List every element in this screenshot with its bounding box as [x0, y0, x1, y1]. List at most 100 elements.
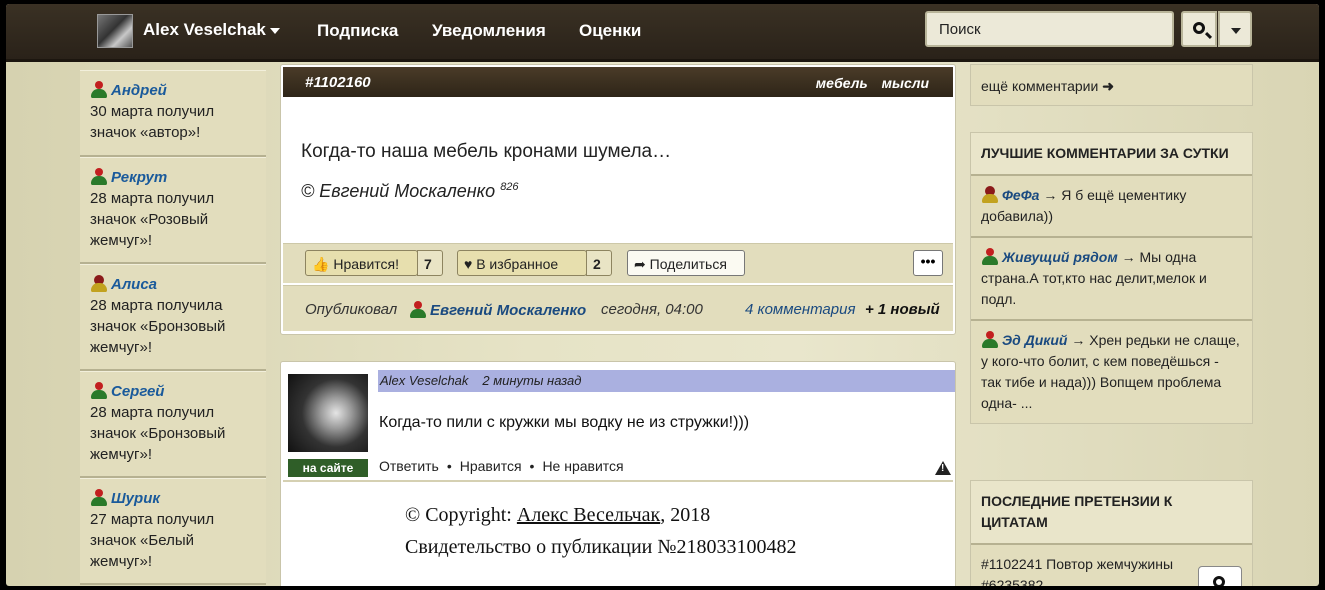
author-name[interactable]: © Евгений Москаленко	[301, 181, 495, 201]
comment-actions: Ответить • Нравится • Не нравится	[379, 458, 624, 474]
share-icon: ➦	[634, 256, 646, 272]
chevron-down-icon	[1231, 28, 1241, 34]
comment-header: Alex Veselchak 2 минуты назад	[378, 370, 955, 392]
claim-text: #1102241 Повтор жемчужины #6235382	[981, 556, 1174, 586]
quote-author: © Евгений Москаленко 826	[301, 181, 519, 202]
comment-dislike-button[interactable]: Не нравится	[542, 458, 623, 474]
user-icon	[90, 489, 108, 506]
certificate-line: Свидетельство о публикации №218033100482	[405, 536, 797, 558]
more-comments-label: ещё комментарии	[981, 78, 1099, 94]
copyright-author-link[interactable]: Алекс Весельчак	[517, 504, 660, 526]
user-menu[interactable]: Alex Veselchak	[143, 20, 266, 40]
chevron-down-icon[interactable]	[270, 28, 280, 34]
quote-text: Когда-то наша мебель кронами шумела…	[301, 141, 672, 162]
list-item[interactable]: Живущий рядом → Мы одна страна.А тот,кто…	[971, 238, 1252, 321]
copyright-block: © Copyright: Алекс Весельчак, 2018 Свиде…	[405, 499, 796, 563]
like-count: 7	[417, 250, 443, 276]
reply-button[interactable]: Ответить	[379, 458, 439, 474]
more-comments-link[interactable]: ещё комментарии ➜	[970, 64, 1253, 106]
published-label: Опубликовал	[305, 301, 398, 318]
comments-link[interactable]: 4 комментария	[745, 301, 855, 318]
share-label: Поделиться	[649, 256, 727, 272]
copyright-year: , 2018	[660, 504, 711, 526]
user-icon	[90, 81, 108, 98]
user-link[interactable]: ФеФа	[1002, 187, 1039, 203]
copyright-prefix: © Copyright:	[405, 504, 517, 526]
nav-subscription[interactable]: Подписка	[317, 21, 398, 41]
user-link[interactable]: Эд Дикий	[1002, 332, 1067, 348]
user-link[interactable]: Живущий рядом	[1002, 249, 1118, 265]
user-link[interactable]: Сергей	[111, 383, 164, 400]
user-icon	[981, 248, 999, 265]
list-item: Алиса 28 марта получила значок «Бронзовы…	[80, 264, 266, 371]
list-item: Сергей 28 марта получил значок «Бронзовы…	[80, 371, 266, 478]
nav-ratings[interactable]: Оценки	[579, 21, 641, 41]
thumbs-up-icon: 👍	[312, 256, 330, 272]
best-comments-panel: ЛУЧШИЕ КОММЕНТАРИИ ЗА СУТКИ ФеФа → Я б е…	[970, 132, 1253, 424]
post-date: сегодня, 04:00	[601, 301, 703, 318]
best-comments-title: ЛУЧШИЕ КОММЕНТАРИИ ЗА СУТКИ	[971, 133, 1252, 176]
new-comments-link[interactable]: + 1 новый	[865, 301, 940, 318]
arrow-right-icon: ➜	[1102, 78, 1114, 94]
badge-text: 28 марта получила значок «Бронзовый жемч…	[90, 297, 226, 356]
favorite-label: В избранное	[476, 256, 559, 272]
user-icon	[981, 186, 999, 203]
author-rating: 826	[500, 181, 519, 193]
user-icon	[90, 275, 108, 292]
user-icon	[90, 168, 108, 185]
badge-text: 27 марта получил значок «Белый жемчуг»!	[90, 511, 215, 570]
post-meta: Опубликовал Евгений Москаленко сегодня, …	[283, 285, 953, 331]
quote-post: #1102160 мебель мысли Когда-то наша мебе…	[280, 64, 956, 335]
top-navbar: Alex Veselchak Подписка Уведомления Оцен…	[6, 4, 1319, 62]
comment-like-button[interactable]: Нравится	[460, 458, 522, 474]
tag-link[interactable]: мысли	[882, 75, 929, 91]
post-header: #1102160 мебель мысли	[283, 67, 953, 97]
comment-author[interactable]: Alex Veselchak	[380, 373, 468, 388]
search-input[interactable]: Поиск	[925, 11, 1174, 47]
search-button[interactable]	[1181, 11, 1217, 47]
favorite-button[interactable]: ♥ В избранное	[457, 250, 587, 276]
like-button[interactable]: 👍 Нравится!	[305, 250, 418, 276]
comment-time: 2 минуты назад	[482, 373, 582, 388]
list-item: Шурик 27 марта получил значок «Белый жем…	[80, 478, 266, 585]
user-icon	[409, 301, 427, 318]
comment-text: Когда-то пили с кружки мы водку не из ст…	[379, 414, 750, 431]
search-options-button[interactable]	[1218, 11, 1252, 47]
report-icon[interactable]	[935, 461, 951, 475]
list-item: Андрей 30 марта получил значок «автор»!	[80, 70, 266, 157]
search-icon	[1193, 22, 1205, 34]
author-name: Евгений Москаленко	[430, 302, 587, 319]
favorite-count: 2	[586, 250, 612, 276]
comment-body: на сайте Alex Veselchak 2 минуты назад Ко…	[283, 364, 955, 482]
author-link[interactable]: Евгений Москаленко	[409, 301, 586, 319]
like-label: Нравится!	[333, 256, 399, 272]
post-actions: 👍 Нравится! 7 ♥ В избранное 2 ➦ Поделить…	[283, 243, 953, 283]
user-link[interactable]: Андрей	[111, 82, 167, 99]
badge-text: 28 марта получил значок «Розовый жемчуг»…	[90, 190, 215, 249]
user-avatar[interactable]	[97, 14, 133, 48]
more-options-button[interactable]: •••	[913, 250, 943, 276]
user-link[interactable]: Рекрут	[111, 169, 167, 186]
online-status-badge: на сайте	[288, 459, 368, 477]
list-item[interactable]: ФеФа → Я б ещё цементику добавила))	[971, 176, 1252, 238]
page: Alex Veselchak Подписка Уведомления Оцен…	[6, 4, 1319, 586]
post-id[interactable]: #1102160	[305, 74, 371, 91]
tag-link[interactable]: мебель	[816, 75, 868, 91]
share-button[interactable]: ➦ Поделиться	[627, 250, 745, 276]
copyright-line: © Copyright: Алекс Весельчак, 2018	[405, 499, 796, 531]
list-item[interactable]: Эд Дикий → Хрен редьки не слаще, у кого-…	[971, 321, 1252, 423]
nav-notifications[interactable]: Уведомления	[432, 21, 546, 41]
badge-text: 30 марта получил значок «автор»!	[90, 103, 215, 141]
avatar[interactable]	[288, 374, 368, 452]
badge-text: 28 марта получил значок «Бронзовый жемчу…	[90, 404, 226, 463]
separator: •	[529, 458, 535, 474]
user-link[interactable]: Шурик	[111, 490, 160, 507]
separator: •	[446, 458, 452, 474]
claims-title: ПОСЛЕДНИЕ ПРЕТЕНЗИИ К ЦИТАТАМ	[971, 481, 1252, 545]
post-tags: мебель мысли	[806, 75, 929, 91]
badge-feed: Андрей 30 марта получил значок «автор»! …	[80, 70, 266, 585]
view-button[interactable]	[1198, 566, 1242, 586]
claims-panel: ПОСЛЕДНИЕ ПРЕТЕНЗИИ К ЦИТАТАМ #1102241 П…	[970, 480, 1253, 586]
user-link[interactable]: Алиса	[111, 276, 157, 293]
zoom-icon	[1213, 576, 1225, 586]
